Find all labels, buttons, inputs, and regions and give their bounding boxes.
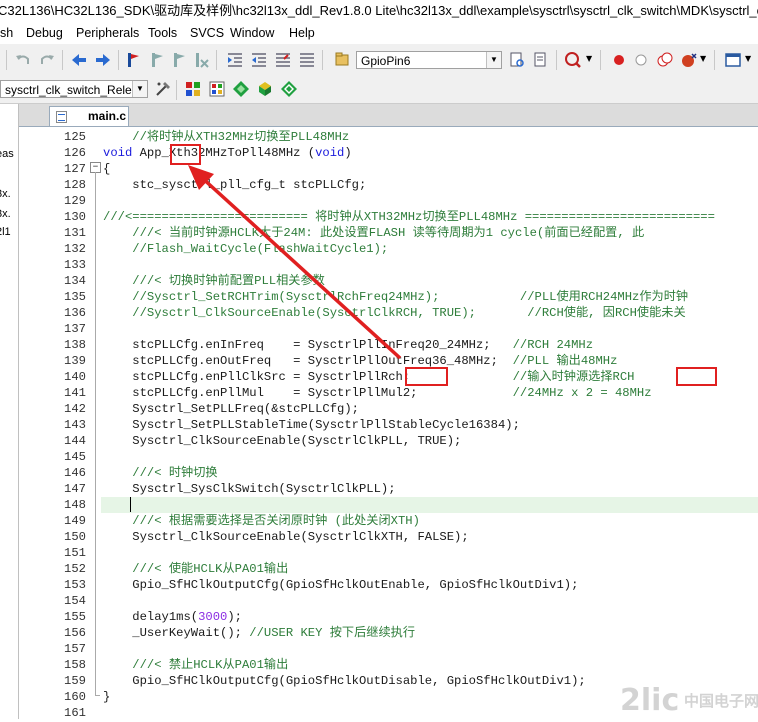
watermark-logo: 2lic 中国电子网 — [616, 676, 758, 719]
watermark-logo-mark: 2lic 中国电子网 — [620, 683, 758, 718]
svg-text:中国电子网: 中国电子网 — [684, 692, 758, 710]
svg-text:2lic: 2lic — [620, 683, 679, 718]
annotation-arrow — [188, 165, 402, 360]
